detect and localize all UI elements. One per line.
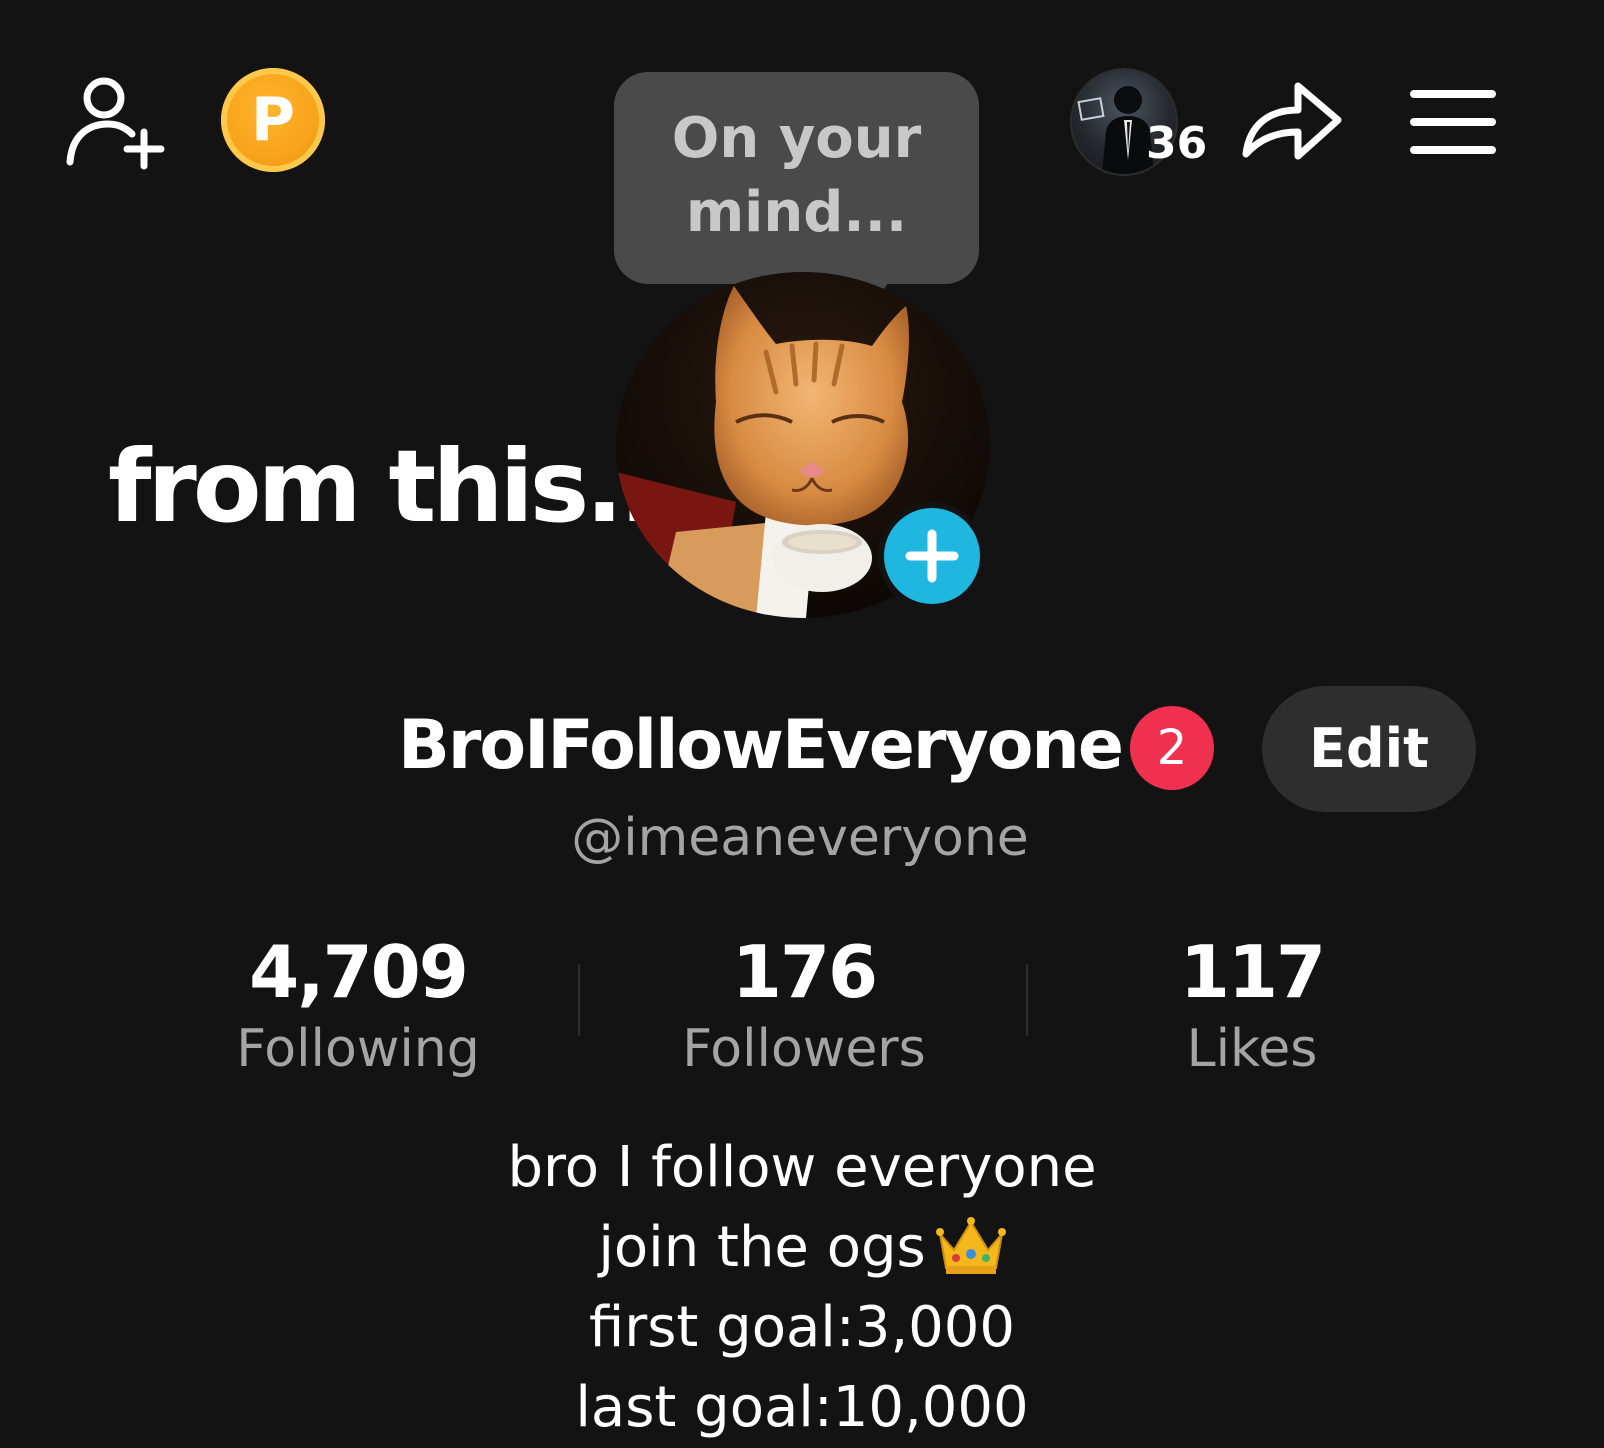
plus-icon [905,529,959,583]
stat-following[interactable]: 4,709 Following [188,930,528,1084]
friend-count: 36 [1146,118,1208,169]
bio-line: bro I follow everyone [507,1135,1097,1200]
stat-value: 117 [1179,930,1326,1014]
stat-value: 176 [731,930,878,1014]
overlay-caption: from this... [108,428,691,545]
add-friend-icon[interactable] [62,68,172,178]
share-icon[interactable] [1238,72,1348,172]
stat-followers[interactable]: 176 Followers [634,930,974,1084]
stat-likes[interactable]: 117 Likes [1082,930,1422,1084]
crown-icon [935,1217,1006,1274]
stat-value: 4,709 [249,930,469,1014]
mind-prompt: On your mind... [671,106,922,245]
stat-label: Following [236,1019,480,1079]
bio-line: last goal:10,000 [575,1375,1029,1440]
add-avatar-button[interactable] [878,502,986,610]
stat-divider [578,964,580,1036]
edit-profile-button[interactable]: Edit [1262,686,1476,812]
username-handle: @imeaneveryone [571,808,1029,868]
bio-line-text: join the ogs [598,1215,926,1280]
bio-line: first goal:3,000 [588,1295,1016,1360]
stat-divider [1026,964,1028,1036]
menu-icon[interactable] [1408,86,1498,158]
bio: bro I follow everyone join the ogs first… [402,1128,1202,1448]
stat-label: Likes [1186,1019,1318,1079]
coin-letter: P [251,85,295,155]
stat-label: Followers [682,1019,926,1079]
bio-line-crown: join the ogs [402,1208,1202,1288]
coin-icon[interactable]: P [221,68,325,172]
display-name: BroIFollowEveryone [398,706,1124,785]
notification-badge[interactable]: 2 [1130,706,1214,790]
